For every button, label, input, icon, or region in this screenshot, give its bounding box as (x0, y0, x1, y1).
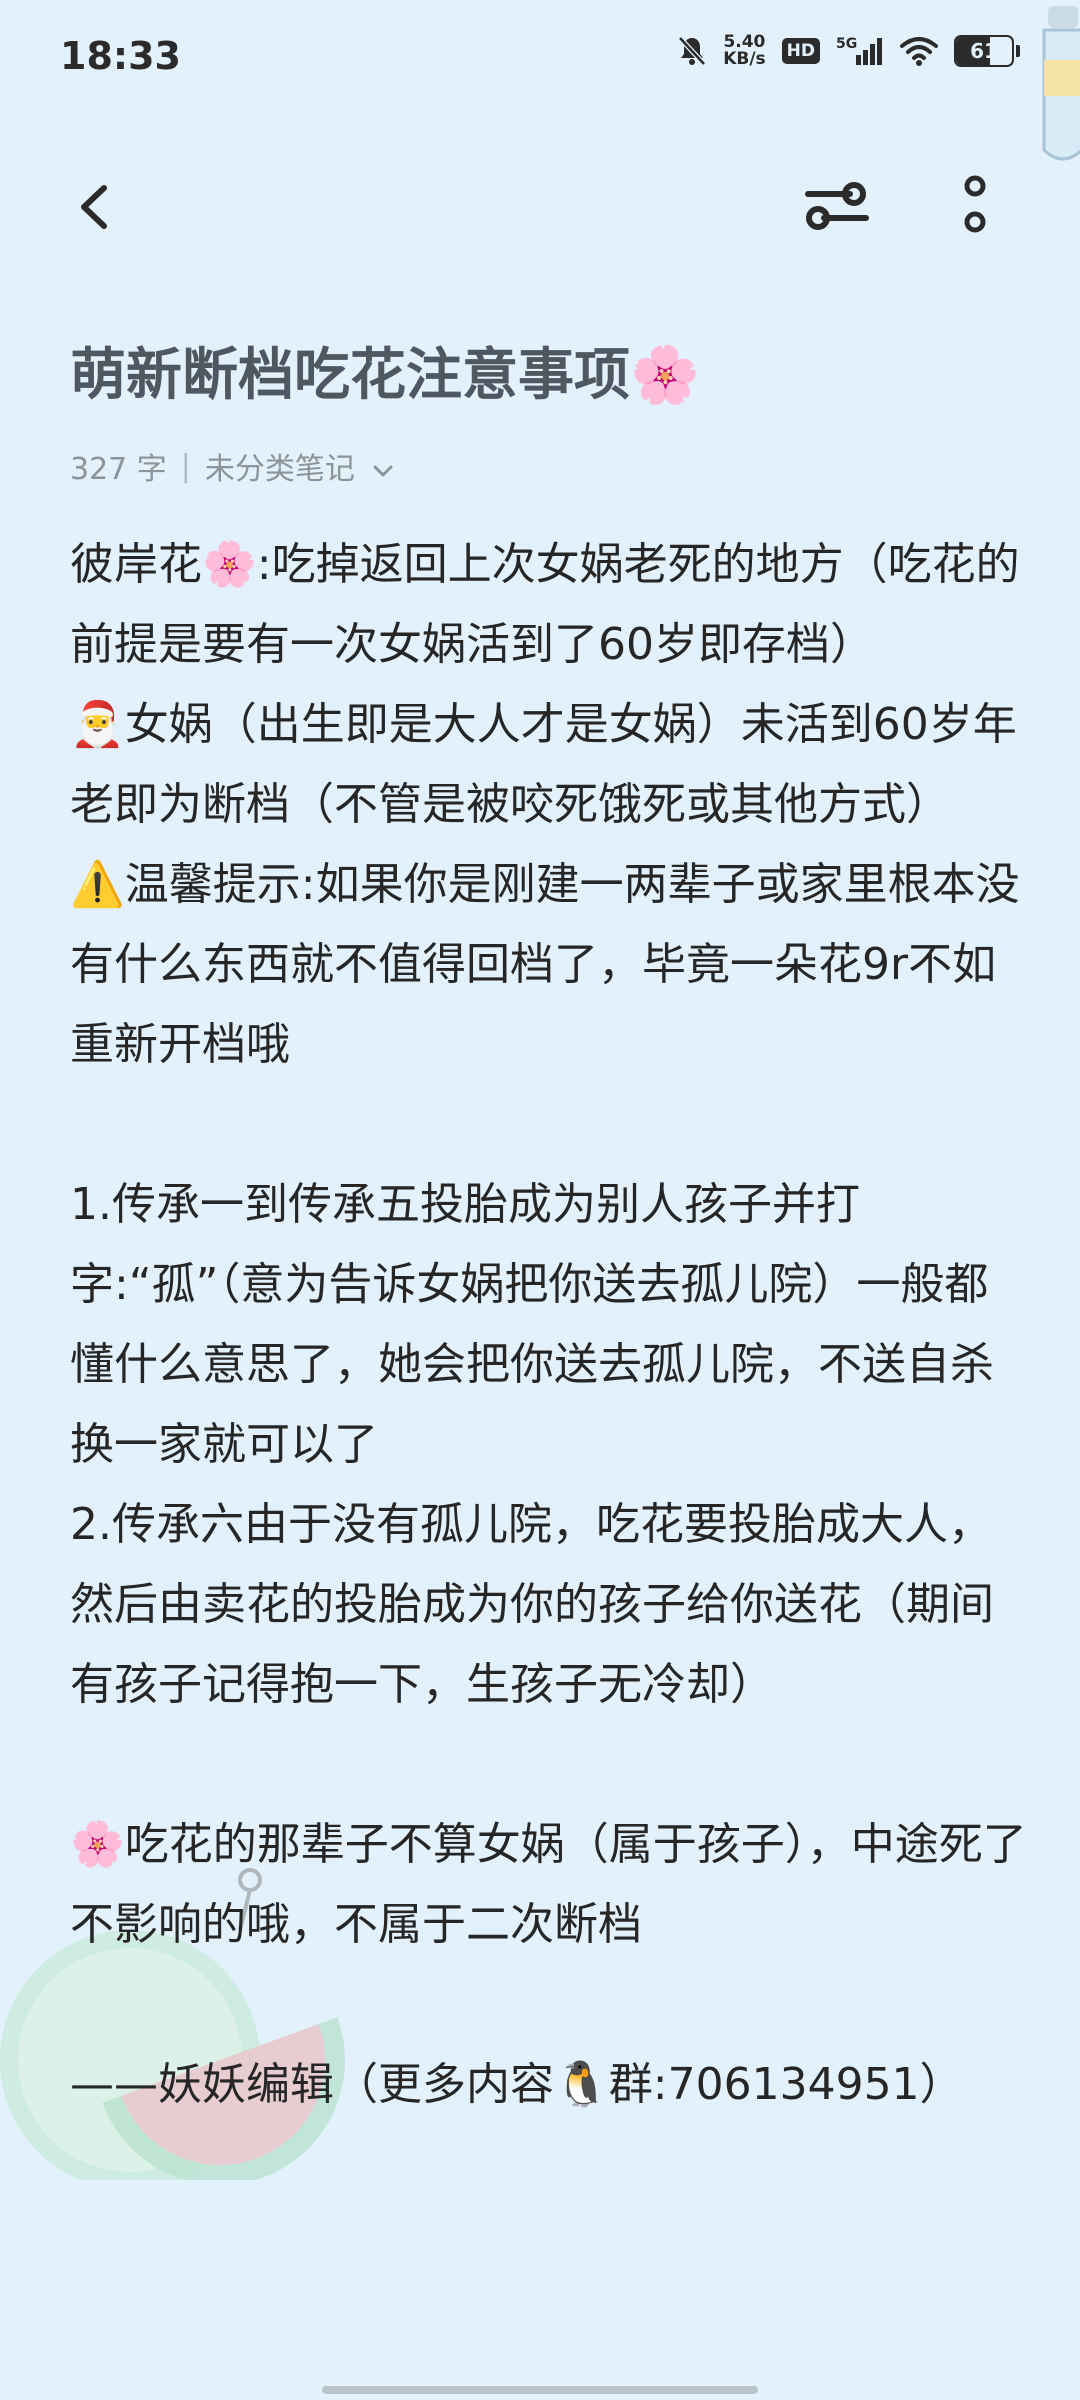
mute-bell-icon (678, 36, 707, 66)
net-speed: 5.40 KB/s (723, 34, 765, 68)
note-paragraph: ​ (70, 1725, 1030, 1805)
battery-icon: 61 (954, 35, 1020, 67)
more-vertical-icon (964, 175, 986, 233)
sliders-icon (805, 182, 869, 230)
note-paragraph: 2.传承六由于没有孤儿院，吃花要投胎成大人，然后由卖花的投胎成为你的孩子给你送花… (70, 1499, 994, 1710)
note-paragraph: ——妖妖编辑（更多内容🐧群:706134951） (70, 2059, 964, 2110)
more-button[interactable] (945, 170, 1005, 242)
note-paragraph: 🌸吃花的那辈子不算女娲（属于孩子），中途死了不影响的哦，不属于二次断档 (70, 1819, 1027, 1950)
category-selector[interactable]: 未分类笔记 (205, 444, 395, 488)
hd-badge: HD (781, 38, 820, 64)
chevron-down-icon (373, 465, 393, 477)
net-speed-unit: KB/s (723, 49, 766, 69)
note-paragraph: ⚠️温馨提示:如果你是刚建一两辈子或家里根本没有什么东西就不值得回档了，毕竟一朵… (70, 859, 1020, 1070)
signal-5g-label: 5G (836, 36, 857, 52)
note-paragraph: ​ (70, 1085, 1030, 1165)
bottle-sticker-icon (1042, 6, 1080, 161)
note-meta: 327 字 | 未分类笔记 (70, 444, 394, 488)
note-title[interactable]: 萌新断档吃花注意事项🌸 (70, 330, 1030, 411)
note-paragraph: 彼岸花🌸:吃掉返回上次女娲老死的地方（吃花的前提是要有一次女娲活到了60岁即存档… (70, 539, 1020, 670)
wifi-icon (900, 37, 938, 66)
toolbar (0, 150, 1080, 260)
status-time: 18:33 (60, 34, 181, 78)
back-button[interactable] (60, 172, 130, 242)
note-paragraph: ​ (70, 1965, 1030, 2045)
category-label: 未分类笔记 (204, 452, 355, 487)
note-paragraph: 🎅女娲（出生即是大人才是女娲）未活到60岁年老即为断档（不管是被咬死饿死或其他方… (70, 699, 1017, 830)
note-body[interactable]: 彼岸花🌸:吃掉返回上次女娲老死的地方（吃花的前提是要有一次女娲活到了60岁即存档… (70, 525, 1030, 2125)
chevron-left-icon (81, 185, 107, 229)
word-count: 327 字 (70, 452, 167, 487)
note-paragraph: 1.传承一到传承五投胎成为别人孩子并打字:“孤”（意为告诉女娲把你送去孤儿院）一… (70, 1179, 994, 1470)
meta-divider: | (180, 448, 191, 484)
battery-level: 61 (970, 39, 998, 63)
adjust-button[interactable] (800, 170, 872, 242)
home-indicator[interactable] (322, 2386, 758, 2394)
status-icons: 5.40 KB/s HD 5G 61 (677, 34, 1020, 68)
status-bar: 18:33 5.40 KB/s HD 5G 61 (0, 0, 1080, 118)
signal-5g-icon: 5G (836, 36, 882, 65)
